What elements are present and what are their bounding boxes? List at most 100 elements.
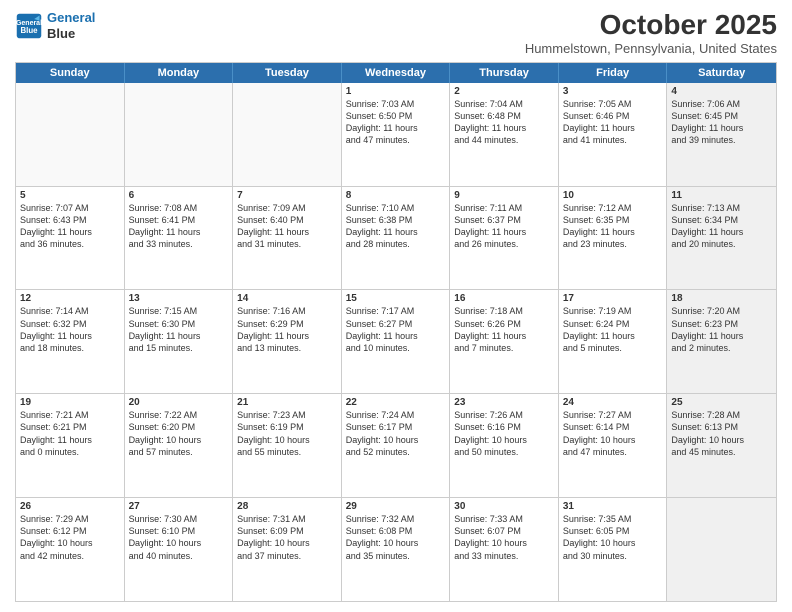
cal-cell: 6Sunrise: 7:08 AM Sunset: 6:41 PM Daylig… bbox=[125, 187, 234, 290]
header-day-wednesday: Wednesday bbox=[342, 63, 451, 83]
day-number: 7 bbox=[237, 190, 337, 201]
cell-text: Sunrise: 7:11 AM Sunset: 6:37 PM Dayligh… bbox=[454, 202, 554, 251]
cell-text: Sunrise: 7:31 AM Sunset: 6:09 PM Dayligh… bbox=[237, 513, 337, 562]
header-day-thursday: Thursday bbox=[450, 63, 559, 83]
header-day-saturday: Saturday bbox=[667, 63, 776, 83]
cell-text: Sunrise: 7:32 AM Sunset: 6:08 PM Dayligh… bbox=[346, 513, 446, 562]
cell-text: Sunrise: 7:33 AM Sunset: 6:07 PM Dayligh… bbox=[454, 513, 554, 562]
cell-text: Sunrise: 7:22 AM Sunset: 6:20 PM Dayligh… bbox=[129, 409, 229, 458]
cell-text: Sunrise: 7:12 AM Sunset: 6:35 PM Dayligh… bbox=[563, 202, 663, 251]
calendar-week-2: 5Sunrise: 7:07 AM Sunset: 6:43 PM Daylig… bbox=[16, 187, 776, 291]
calendar-week-4: 19Sunrise: 7:21 AM Sunset: 6:21 PM Dayli… bbox=[16, 394, 776, 498]
cal-cell: 5Sunrise: 7:07 AM Sunset: 6:43 PM Daylig… bbox=[16, 187, 125, 290]
cal-cell: 19Sunrise: 7:21 AM Sunset: 6:21 PM Dayli… bbox=[16, 394, 125, 497]
cal-cell: 12Sunrise: 7:14 AM Sunset: 6:32 PM Dayli… bbox=[16, 290, 125, 393]
day-number: 2 bbox=[454, 86, 554, 97]
cell-text: Sunrise: 7:30 AM Sunset: 6:10 PM Dayligh… bbox=[129, 513, 229, 562]
cal-cell: 29Sunrise: 7:32 AM Sunset: 6:08 PM Dayli… bbox=[342, 498, 451, 601]
cal-cell bbox=[667, 498, 776, 601]
day-number: 17 bbox=[563, 293, 663, 304]
cell-text: Sunrise: 7:35 AM Sunset: 6:05 PM Dayligh… bbox=[563, 513, 663, 562]
cal-cell: 15Sunrise: 7:17 AM Sunset: 6:27 PM Dayli… bbox=[342, 290, 451, 393]
cell-text: Sunrise: 7:26 AM Sunset: 6:16 PM Dayligh… bbox=[454, 409, 554, 458]
cal-cell bbox=[233, 83, 342, 186]
day-number: 20 bbox=[129, 397, 229, 408]
day-number: 5 bbox=[20, 190, 120, 201]
day-number: 16 bbox=[454, 293, 554, 304]
cell-text: Sunrise: 7:07 AM Sunset: 6:43 PM Dayligh… bbox=[20, 202, 120, 251]
cell-text: Sunrise: 7:05 AM Sunset: 6:46 PM Dayligh… bbox=[563, 98, 663, 147]
cal-cell: 7Sunrise: 7:09 AM Sunset: 6:40 PM Daylig… bbox=[233, 187, 342, 290]
day-number: 21 bbox=[237, 397, 337, 408]
cal-cell: 30Sunrise: 7:33 AM Sunset: 6:07 PM Dayli… bbox=[450, 498, 559, 601]
cal-cell: 1Sunrise: 7:03 AM Sunset: 6:50 PM Daylig… bbox=[342, 83, 451, 186]
cal-cell: 28Sunrise: 7:31 AM Sunset: 6:09 PM Dayli… bbox=[233, 498, 342, 601]
header-day-sunday: Sunday bbox=[16, 63, 125, 83]
logo-icon: General Blue bbox=[15, 12, 43, 40]
day-number: 27 bbox=[129, 501, 229, 512]
cell-text: Sunrise: 7:06 AM Sunset: 6:45 PM Dayligh… bbox=[671, 98, 772, 147]
cell-text: Sunrise: 7:14 AM Sunset: 6:32 PM Dayligh… bbox=[20, 305, 120, 354]
day-number: 15 bbox=[346, 293, 446, 304]
cal-cell: 26Sunrise: 7:29 AM Sunset: 6:12 PM Dayli… bbox=[16, 498, 125, 601]
header-day-monday: Monday bbox=[125, 63, 234, 83]
logo-text: General Blue bbox=[47, 10, 95, 41]
cal-cell: 20Sunrise: 7:22 AM Sunset: 6:20 PM Dayli… bbox=[125, 394, 234, 497]
day-number: 3 bbox=[563, 86, 663, 97]
svg-text:Blue: Blue bbox=[20, 26, 38, 35]
cal-cell: 14Sunrise: 7:16 AM Sunset: 6:29 PM Dayli… bbox=[233, 290, 342, 393]
day-number: 9 bbox=[454, 190, 554, 201]
cell-text: Sunrise: 7:15 AM Sunset: 6:30 PM Dayligh… bbox=[129, 305, 229, 354]
calendar-header: SundayMondayTuesdayWednesdayThursdayFrid… bbox=[16, 63, 776, 83]
cal-cell bbox=[16, 83, 125, 186]
cell-text: Sunrise: 7:13 AM Sunset: 6:34 PM Dayligh… bbox=[671, 202, 772, 251]
cell-text: Sunrise: 7:20 AM Sunset: 6:23 PM Dayligh… bbox=[671, 305, 772, 354]
day-number: 4 bbox=[671, 86, 772, 97]
header: General Blue General Blue October 2025 H… bbox=[15, 10, 777, 56]
day-number: 13 bbox=[129, 293, 229, 304]
day-number: 19 bbox=[20, 397, 120, 408]
calendar-body: 1Sunrise: 7:03 AM Sunset: 6:50 PM Daylig… bbox=[16, 83, 776, 601]
cal-cell: 17Sunrise: 7:19 AM Sunset: 6:24 PM Dayli… bbox=[559, 290, 668, 393]
title-block: October 2025 Hummelstown, Pennsylvania, … bbox=[525, 10, 777, 56]
cal-cell: 8Sunrise: 7:10 AM Sunset: 6:38 PM Daylig… bbox=[342, 187, 451, 290]
cell-text: Sunrise: 7:03 AM Sunset: 6:50 PM Dayligh… bbox=[346, 98, 446, 147]
cal-cell: 4Sunrise: 7:06 AM Sunset: 6:45 PM Daylig… bbox=[667, 83, 776, 186]
header-day-tuesday: Tuesday bbox=[233, 63, 342, 83]
cell-text: Sunrise: 7:17 AM Sunset: 6:27 PM Dayligh… bbox=[346, 305, 446, 354]
cell-text: Sunrise: 7:29 AM Sunset: 6:12 PM Dayligh… bbox=[20, 513, 120, 562]
cal-cell bbox=[125, 83, 234, 186]
cell-text: Sunrise: 7:18 AM Sunset: 6:26 PM Dayligh… bbox=[454, 305, 554, 354]
cal-cell: 2Sunrise: 7:04 AM Sunset: 6:48 PM Daylig… bbox=[450, 83, 559, 186]
cell-text: Sunrise: 7:08 AM Sunset: 6:41 PM Dayligh… bbox=[129, 202, 229, 251]
cal-cell: 21Sunrise: 7:23 AM Sunset: 6:19 PM Dayli… bbox=[233, 394, 342, 497]
page: General Blue General Blue October 2025 H… bbox=[0, 0, 792, 612]
cell-text: Sunrise: 7:27 AM Sunset: 6:14 PM Dayligh… bbox=[563, 409, 663, 458]
day-number: 14 bbox=[237, 293, 337, 304]
calendar-week-5: 26Sunrise: 7:29 AM Sunset: 6:12 PM Dayli… bbox=[16, 498, 776, 601]
calendar-week-1: 1Sunrise: 7:03 AM Sunset: 6:50 PM Daylig… bbox=[16, 83, 776, 187]
cal-cell: 23Sunrise: 7:26 AM Sunset: 6:16 PM Dayli… bbox=[450, 394, 559, 497]
day-number: 23 bbox=[454, 397, 554, 408]
day-number: 29 bbox=[346, 501, 446, 512]
day-number: 10 bbox=[563, 190, 663, 201]
day-number: 6 bbox=[129, 190, 229, 201]
calendar: SundayMondayTuesdayWednesdayThursdayFrid… bbox=[15, 62, 777, 602]
day-number: 18 bbox=[671, 293, 772, 304]
cell-text: Sunrise: 7:16 AM Sunset: 6:29 PM Dayligh… bbox=[237, 305, 337, 354]
day-number: 28 bbox=[237, 501, 337, 512]
cal-cell: 10Sunrise: 7:12 AM Sunset: 6:35 PM Dayli… bbox=[559, 187, 668, 290]
day-number: 24 bbox=[563, 397, 663, 408]
cal-cell: 25Sunrise: 7:28 AM Sunset: 6:13 PM Dayli… bbox=[667, 394, 776, 497]
cal-cell: 11Sunrise: 7:13 AM Sunset: 6:34 PM Dayli… bbox=[667, 187, 776, 290]
location: Hummelstown, Pennsylvania, United States bbox=[525, 41, 777, 56]
logo: General Blue General Blue bbox=[15, 10, 95, 41]
cal-cell: 27Sunrise: 7:30 AM Sunset: 6:10 PM Dayli… bbox=[125, 498, 234, 601]
day-number: 22 bbox=[346, 397, 446, 408]
cell-text: Sunrise: 7:04 AM Sunset: 6:48 PM Dayligh… bbox=[454, 98, 554, 147]
month-title: October 2025 bbox=[525, 10, 777, 41]
cell-text: Sunrise: 7:09 AM Sunset: 6:40 PM Dayligh… bbox=[237, 202, 337, 251]
cell-text: Sunrise: 7:24 AM Sunset: 6:17 PM Dayligh… bbox=[346, 409, 446, 458]
cal-cell: 22Sunrise: 7:24 AM Sunset: 6:17 PM Dayli… bbox=[342, 394, 451, 497]
cal-cell: 24Sunrise: 7:27 AM Sunset: 6:14 PM Dayli… bbox=[559, 394, 668, 497]
